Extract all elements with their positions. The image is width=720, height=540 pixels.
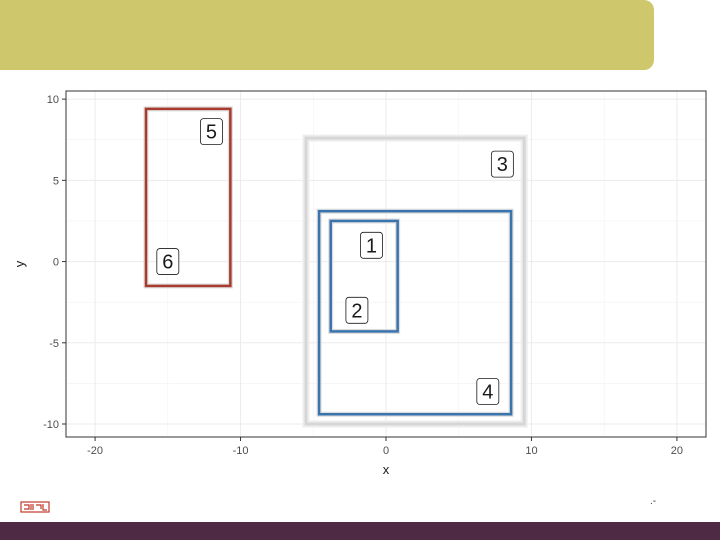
y-tick-label: -10 xyxy=(43,419,59,431)
footer-band xyxy=(0,522,720,540)
y-tick-label: -5 xyxy=(49,338,59,350)
box-label: 5 xyxy=(206,122,217,144)
logo-icon xyxy=(20,501,50,513)
x-tick-label: 0 xyxy=(383,445,389,457)
logo-glyphs xyxy=(24,504,47,511)
x-tick-label: 10 xyxy=(525,445,537,457)
y-axis-title: y xyxy=(12,260,27,267)
box-label: 2 xyxy=(351,300,362,322)
x-tick-label: 20 xyxy=(671,445,683,457)
x-axis-title: x xyxy=(383,462,390,477)
rectangle-chart: 1 2 3 4 5 6 -20 -10 0 10 20 -10 -5 0 5 10 x y xyxy=(12,90,707,477)
page-number: .- xyxy=(650,496,657,507)
y-tick-label: 0 xyxy=(53,257,59,269)
y-tick-label: 5 xyxy=(53,175,59,187)
box-label: 6 xyxy=(162,252,173,274)
box-label: 1 xyxy=(366,235,377,257)
y-tick-label: 10 xyxy=(47,94,59,106)
box-label: 3 xyxy=(497,154,508,176)
header-band xyxy=(0,0,654,70)
x-tick-label: -20 xyxy=(87,445,103,457)
x-tick-label: -10 xyxy=(233,445,249,457)
box-label: 4 xyxy=(482,382,493,404)
